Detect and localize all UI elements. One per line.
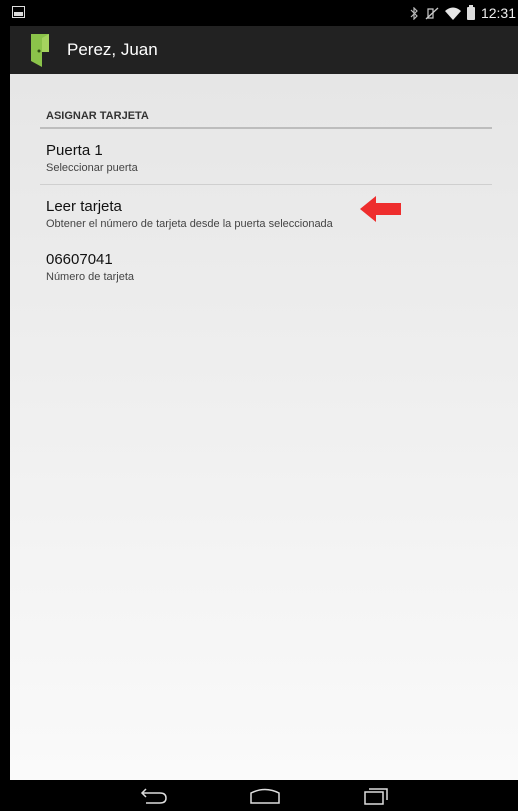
recents-icon[interactable] [362,785,390,805]
wifi-icon [444,7,461,20]
home-icon[interactable] [248,785,282,805]
battery-icon [466,4,475,20]
section-header: ASIGNAR TARJETA [46,110,149,122]
back-icon[interactable] [140,785,168,805]
device-screen: 12:31 Perez, Juan ASIGNAR TARJETA Puerta… [10,0,518,811]
red-arrow-icon [360,196,401,222]
settings-content: ASIGNAR TARJETA Puerta 1 Seleccionar pue… [10,74,518,780]
pref-title: Puerta 1 [46,142,103,159]
pref-summary: Obtener el número de tarjeta desde la pu… [46,218,333,230]
pref-summary: Seleccionar puerta [46,162,138,174]
navigation-bar [10,780,518,811]
action-bar: Perez, Juan [10,26,518,74]
section-divider [40,127,492,129]
status-icons: 12:31 [410,0,516,26]
list-divider [40,184,492,185]
page-title: Perez, Juan [67,40,158,59]
status-time: 12:31 [480,5,516,21]
pref-title: 06607041 [46,251,113,268]
pref-title: Leer tarjeta [46,198,122,215]
door-icon[interactable] [28,32,52,68]
mute-icon [425,7,439,19]
pref-read-card[interactable]: Leer tarjeta Obtener el número de tarjet… [46,198,486,231]
status-bar: 12:31 [10,0,518,26]
pref-card-number[interactable]: 06607041 Número de tarjeta [46,251,486,284]
pref-summary: Número de tarjeta [46,271,135,283]
image-notification-icon [12,6,25,18]
bluetooth-icon [410,6,418,20]
pref-door[interactable]: Puerta 1 Seleccionar puerta [46,142,486,175]
